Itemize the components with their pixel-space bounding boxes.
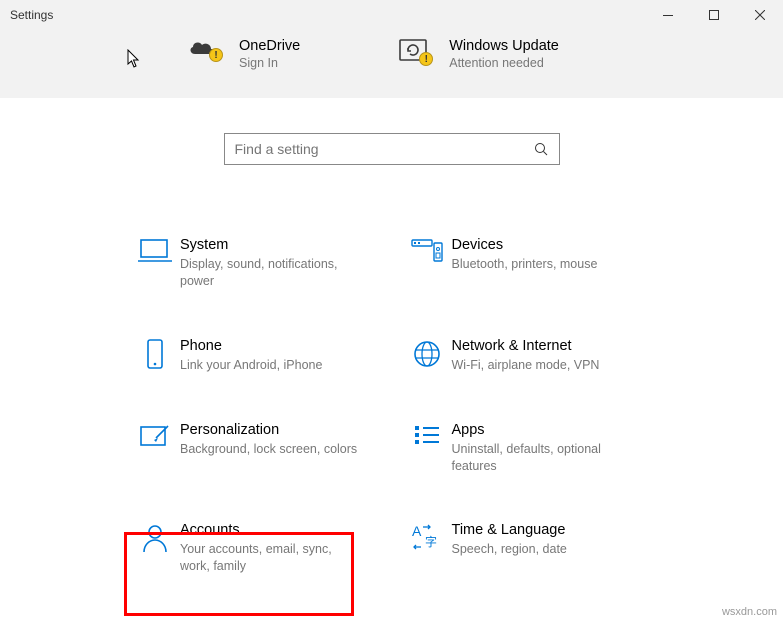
time-language-icon: A字: [402, 522, 452, 552]
titlebar: Settings: [0, 0, 783, 30]
search-section: [0, 98, 783, 177]
tile-phone[interactable]: Phone Link your Android, iPhone: [130, 338, 382, 374]
tile-title: Phone: [180, 338, 322, 354]
tile-title: Accounts: [180, 522, 360, 538]
personalization-icon: [130, 422, 180, 450]
maximize-icon: [709, 10, 719, 20]
maximize-button[interactable]: [691, 0, 737, 30]
tile-title: System: [180, 237, 360, 253]
tile-apps[interactable]: Apps Uninstall, defaults, optional featu…: [402, 422, 654, 475]
tile-subtitle: Your accounts, email, sync, work, family: [180, 541, 360, 575]
tile-time-language[interactable]: A字 Time & Language Speech, region, date: [402, 522, 654, 575]
onedrive-title: OneDrive: [239, 38, 300, 54]
tile-devices[interactable]: Devices Bluetooth, printers, mouse: [402, 237, 654, 290]
tile-title: Apps: [452, 422, 632, 438]
header-band: ! OneDrive Sign In ! Windows Update Atte…: [0, 30, 783, 98]
warning-badge-icon: !: [419, 52, 433, 66]
minimize-button[interactable]: [645, 0, 691, 30]
tile-subtitle: Uninstall, defaults, optional features: [452, 441, 632, 475]
window-controls: [645, 0, 783, 30]
windows-update-item[interactable]: ! Windows Update Attention needed: [395, 38, 559, 70]
onedrive-item[interactable]: ! OneDrive Sign In: [185, 38, 300, 70]
accounts-icon: [130, 522, 180, 554]
tile-subtitle: Display, sound, notifications, power: [180, 256, 360, 290]
search-icon: [534, 142, 549, 157]
settings-grid: System Display, sound, notifications, po…: [0, 177, 783, 575]
search-box[interactable]: [224, 133, 560, 165]
update-subtitle: Attention needed: [449, 56, 559, 70]
window-title: Settings: [10, 8, 53, 22]
svg-text:A: A: [412, 523, 422, 539]
tile-subtitle: Speech, region, date: [452, 541, 567, 558]
tile-network[interactable]: Network & Internet Wi-Fi, airplane mode,…: [402, 338, 654, 374]
tile-personalization[interactable]: Personalization Background, lock screen,…: [130, 422, 382, 475]
onedrive-subtitle: Sign In: [239, 56, 300, 70]
tile-title: Personalization: [180, 422, 357, 438]
close-icon: [755, 10, 765, 20]
tile-subtitle: Link your Android, iPhone: [180, 357, 322, 374]
tile-system[interactable]: System Display, sound, notifications, po…: [130, 237, 382, 290]
watermark: wsxdn.com: [722, 606, 777, 618]
tile-subtitle: Bluetooth, printers, mouse: [452, 256, 598, 273]
network-icon: [402, 338, 452, 370]
tile-subtitle: Wi-Fi, airplane mode, VPN: [452, 357, 600, 374]
tile-subtitle: Background, lock screen, colors: [180, 441, 357, 458]
svg-text:字: 字: [425, 534, 437, 549]
phone-icon: [130, 338, 180, 372]
tile-title: Network & Internet: [452, 338, 600, 354]
update-icon: !: [395, 38, 431, 64]
tile-title: Devices: [452, 237, 598, 253]
warning-badge-icon: !: [209, 48, 223, 62]
apps-icon: [402, 422, 452, 448]
minimize-icon: [663, 15, 673, 16]
tile-accounts[interactable]: Accounts Your accounts, email, sync, wor…: [130, 522, 382, 575]
update-title: Windows Update: [449, 38, 559, 54]
search-input[interactable]: [235, 141, 534, 157]
devices-icon: [402, 237, 452, 265]
system-icon: [130, 237, 180, 265]
onedrive-icon: !: [185, 38, 221, 60]
close-button[interactable]: [737, 0, 783, 30]
tile-title: Time & Language: [452, 522, 567, 538]
